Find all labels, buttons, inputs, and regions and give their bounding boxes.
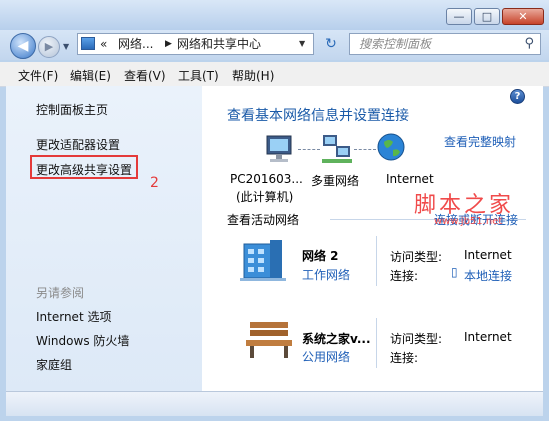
change-adapter-settings-link[interactable]: 更改适配器设置 — [36, 136, 120, 153]
internet-options-link[interactable]: Internet 选项 — [36, 308, 111, 325]
breadcrumb-network-center[interactable]: 网络和共享中心 — [177, 34, 261, 54]
breadcrumb-separator-icon[interactable]: ▶ — [165, 34, 172, 54]
homegroup-link[interactable]: 家庭组 — [36, 356, 72, 373]
breadcrumb-network[interactable]: 网络... — [118, 34, 153, 54]
watermark-url: www.jb51.net — [434, 216, 503, 227]
globe-icon — [377, 133, 405, 161]
refresh-icon[interactable]: ↻ — [318, 35, 344, 54]
maximize-button[interactable]: □ — [474, 8, 500, 25]
annotation-number: 2 — [150, 175, 159, 191]
menu-bar: 文件(F) 编辑(E) 查看(V) 工具(T) 帮助(H) — [0, 62, 549, 87]
network-name: 网络 2 — [302, 249, 339, 263]
access-type-value: Internet — [464, 248, 512, 262]
see-also-header: 另请参阅 — [36, 286, 85, 300]
back-arrow-icon[interactable]: ◀ — [10, 33, 36, 59]
access-type-value: Internet — [464, 330, 512, 344]
watermark-text: 脚本之家 — [414, 193, 515, 218]
highlight-box — [30, 155, 138, 179]
network-type-link[interactable]: 工作网络 — [302, 266, 350, 283]
access-type-label: 访问类型: — [390, 332, 443, 346]
network-name: 系统之家v... — [302, 332, 371, 346]
bench-icon — [246, 322, 292, 358]
divider — [376, 318, 377, 368]
active-networks-header: 查看活动网络 — [227, 213, 300, 227]
access-type-label: 访问类型: — [390, 250, 443, 264]
local-connection-link[interactable]: 本地连接 — [464, 267, 512, 284]
page-title: 查看基本网络信息并设置连接 — [227, 108, 409, 124]
network-type-link[interactable]: 公用网络 — [302, 348, 350, 365]
network-adapter-icon: ▯ — [451, 265, 458, 279]
building-icon — [240, 240, 286, 281]
network-folder-icon — [81, 37, 95, 50]
menu-edit[interactable]: 编辑(E) — [70, 67, 111, 84]
help-icon[interactable]: ? — [510, 89, 525, 104]
title-bar: — □ ✕ — [0, 0, 549, 30]
network-icon — [322, 135, 352, 163]
minimize-button[interactable]: — — [446, 8, 472, 25]
computer-sublabel: (此计算机) — [236, 190, 294, 204]
history-dropdown-icon[interactable]: ▼ — [63, 42, 69, 51]
computer-name: PC201603... — [230, 172, 303, 186]
address-bar[interactable]: « 网络... ▶ 网络和共享中心 ▼ — [77, 33, 314, 55]
computer-icon — [266, 135, 292, 162]
connection-label: 连接: — [390, 269, 419, 283]
multiple-networks-label: 多重网络 — [311, 174, 360, 188]
connection-label: 连接: — [390, 351, 419, 365]
divider — [376, 236, 377, 286]
window: — □ ✕ ◀ ▶ ▼ « 网络... ▶ 网络和共享中心 ▼ ↻ 搜索控制面板… — [0, 0, 549, 421]
search-icon[interactable]: ⚲ — [524, 34, 534, 54]
status-bar — [6, 391, 543, 416]
breadcrumb-overflow[interactable]: « — [100, 34, 107, 54]
menu-help[interactable]: 帮助(H) — [232, 67, 274, 84]
address-dropdown-icon[interactable]: ▼ — [299, 34, 305, 54]
search-input[interactable]: 搜索控制面板 ⚲ — [349, 33, 541, 55]
internet-label: Internet — [386, 172, 434, 186]
windows-firewall-link[interactable]: Windows 防火墙 — [36, 332, 129, 349]
menu-file[interactable]: 文件(F) — [18, 67, 58, 84]
control-panel-home-link[interactable]: 控制面板主页 — [36, 101, 108, 118]
close-button[interactable]: ✕ — [502, 8, 544, 25]
menu-tools[interactable]: 工具(T) — [178, 67, 219, 84]
menu-view[interactable]: 查看(V) — [124, 67, 166, 84]
view-full-map-link[interactable]: 查看完整映射 — [444, 133, 516, 150]
search-placeholder: 搜索控制面板 — [359, 37, 432, 51]
forward-arrow-icon[interactable]: ▶ — [38, 36, 60, 58]
link-line — [298, 149, 320, 150]
link-line — [354, 149, 376, 150]
